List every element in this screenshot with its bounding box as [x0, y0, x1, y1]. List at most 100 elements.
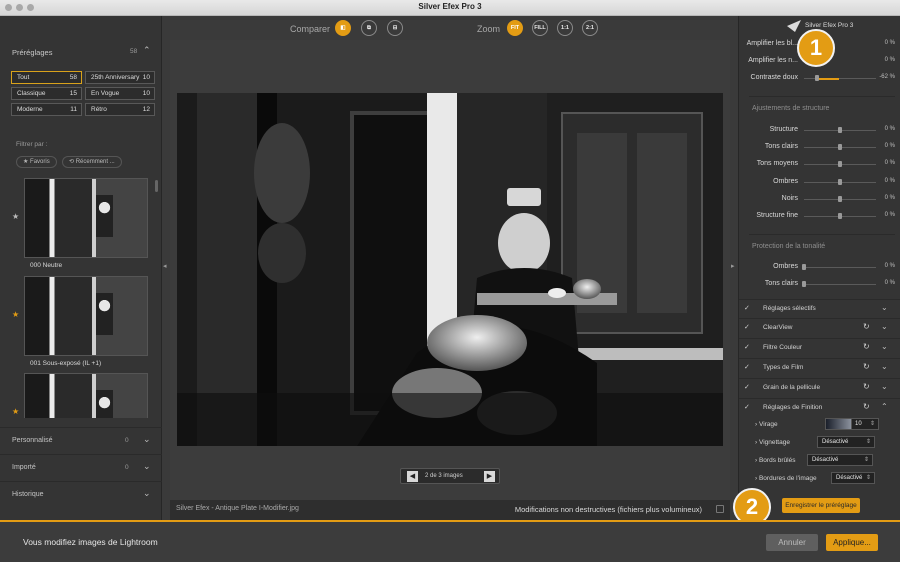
slider-knob[interactable]	[838, 161, 842, 167]
filter-grain[interactable]: ✓ Grain de la pellicule ↻ ⌄	[739, 378, 900, 397]
category-name: En Vogue	[91, 90, 120, 97]
next-image-icon[interactable]: ▶	[484, 471, 495, 482]
finishing-vignettage: › Vignettage Désactivé ⇕	[755, 435, 900, 451]
filter-clearview[interactable]: ✓ ClearView ↻ ⌄	[739, 318, 900, 337]
reset-icon[interactable]: ↻	[863, 322, 870, 331]
chevron-down-icon[interactable]: ⌄	[143, 434, 151, 445]
chevron-up-icon[interactable]: ⌃	[143, 45, 151, 56]
presets-panel: Préréglages 58 ⌃ Tout 58 25th Anniversar…	[0, 16, 162, 520]
reset-icon[interactable]: ↻	[863, 342, 870, 351]
slider-track[interactable]	[804, 284, 876, 285]
category-tout[interactable]: Tout 58	[11, 71, 82, 84]
cancel-button[interactable]: Annuler	[766, 534, 818, 551]
slider-fill	[817, 78, 839, 80]
slider-tons-moyens[interactable]: Tons moyens 0 %	[739, 156, 900, 172]
chevron-down-icon[interactable]: ⌄	[143, 461, 151, 472]
section-label: Importé	[12, 464, 36, 471]
zoom-1-1-button[interactable]: 1:1	[557, 20, 573, 36]
preview-image[interactable]	[177, 93, 723, 446]
chevron-down-icon[interactable]: ⌄	[881, 342, 888, 351]
preset-thumbnail[interactable]	[24, 373, 148, 418]
slider-ombres[interactable]: Ombres 0 %	[739, 174, 900, 190]
reset-icon[interactable]: ↻	[863, 382, 870, 391]
toning-value[interactable]: 10 ⇕	[851, 418, 879, 430]
category-25th-anniversary[interactable]: 25th Anniversary 10	[85, 71, 155, 84]
chevron-down-icon[interactable]: ⌄	[881, 382, 888, 391]
filter-label: Filtrer par :	[16, 141, 48, 148]
slider-knob[interactable]	[838, 144, 842, 150]
section-importe[interactable]: Importé 0 ⌄	[0, 454, 162, 480]
non-destructive-checkbox[interactable]	[716, 505, 724, 513]
checkmark-icon[interactable]: ✓	[744, 404, 752, 412]
category-retro[interactable]: Rétro 12	[85, 103, 155, 116]
slider-value: 0 %	[884, 280, 895, 286]
stepper-icon: ⇕	[865, 475, 871, 481]
collapse-left-panel-icon[interactable]: ◂	[163, 262, 167, 270]
thumbnail-scrollbar[interactable]	[155, 180, 158, 192]
burned-edges-select[interactable]: Désactivé ⇕	[807, 454, 873, 466]
checkmark-icon[interactable]: ✓	[744, 344, 752, 352]
checkmark-icon[interactable]: ✓	[744, 305, 752, 313]
slider-knob[interactable]	[802, 264, 806, 270]
chevron-down-icon[interactable]: ⌄	[881, 322, 888, 331]
compare-split-icon[interactable]: ◧	[335, 20, 351, 36]
slider-knob[interactable]	[838, 127, 842, 133]
chevron-down-icon[interactable]: ⌄	[143, 488, 151, 499]
preset-thumbnail[interactable]	[24, 276, 148, 356]
chevron-down-icon[interactable]: ⌄	[881, 362, 888, 371]
compare-side-by-side-icon[interactable]: ⧉	[361, 20, 377, 36]
collapse-right-panel-icon[interactable]: ▸	[731, 262, 735, 270]
filter-label: Réglages sélectifs	[763, 305, 816, 312]
slider-structure-fine[interactable]: Structure fine 0 %	[739, 208, 900, 224]
slider-protect-ombres[interactable]: Ombres 0 %	[739, 259, 900, 275]
compare-stacked-icon[interactable]: ⊟	[387, 20, 403, 36]
slider-track[interactable]	[804, 267, 876, 268]
image-borders-select[interactable]: Désactivé ⇕	[831, 472, 875, 484]
slider-knob[interactable]	[838, 196, 842, 202]
section-historique[interactable]: Historique ⌄	[0, 481, 162, 507]
vignette-select[interactable]: Désactivé ⇕	[817, 436, 875, 448]
filter-reglages-selectifs[interactable]: ✓ Réglages sélectifs ⌄	[739, 299, 900, 318]
slider-noirs[interactable]: Noirs 0 %	[739, 191, 900, 207]
slider-knob[interactable]	[815, 75, 819, 81]
star-filled-icon[interactable]: ★	[12, 407, 19, 416]
checkmark-icon[interactable]: ✓	[744, 384, 752, 392]
slider-protect-tons-clairs[interactable]: Tons clairs 0 %	[739, 276, 900, 292]
recent-filter-chip[interactable]: ⟲ Récemment ...	[62, 156, 122, 168]
reset-icon[interactable]: ↻	[863, 362, 870, 371]
checkmark-icon[interactable]: ✓	[744, 364, 752, 372]
category-en-vogue[interactable]: En Vogue 10	[85, 87, 155, 100]
slider-structure[interactable]: Structure 0 %	[739, 122, 900, 138]
reset-icon[interactable]: ↻	[863, 402, 870, 411]
apply-button[interactable]: Applique...	[826, 534, 878, 551]
star-outline-icon[interactable]: ★	[12, 212, 19, 221]
slider-knob[interactable]	[838, 213, 842, 219]
presets-header[interactable]: Préréglages 58 ⌃	[0, 40, 162, 60]
category-count: 11	[70, 106, 77, 113]
filter-finition[interactable]: ✓ Réglages de Finition ↻ ⌃	[739, 398, 900, 417]
chevron-up-icon[interactable]: ⌃	[881, 402, 888, 411]
preset-thumbnail[interactable]	[24, 178, 148, 258]
section-count: 0	[125, 464, 129, 471]
slider-tons-clairs[interactable]: Tons clairs 0 %	[739, 139, 900, 155]
tonality-section-title: Protection de la tonalité	[752, 243, 826, 250]
zoom-fit-button[interactable]: FIT	[507, 20, 523, 36]
filter-types-de-film[interactable]: ✓ Types de Film ↻ ⌄	[739, 358, 900, 377]
zoom-fill-button[interactable]: FILL	[532, 20, 548, 36]
previous-image-icon[interactable]: ◀	[407, 471, 418, 482]
structure-section-title: Ajustements de structure	[752, 105, 830, 112]
slider-knob[interactable]	[838, 179, 842, 185]
filter-filtre-couleur[interactable]: ✓ Filtre Couleur ↻ ⌄	[739, 338, 900, 357]
section-personnalise[interactable]: Personnalisé 0 ⌄	[0, 427, 162, 453]
slider-label: Structure	[769, 126, 798, 133]
favorites-filter-chip[interactable]: ★ Favoris	[16, 156, 57, 168]
slider-knob[interactable]	[802, 281, 806, 287]
chevron-down-icon[interactable]: ⌄	[881, 303, 888, 312]
category-moderne[interactable]: Moderne 11	[11, 103, 82, 116]
category-classique[interactable]: Classique 15	[11, 87, 82, 100]
slider-contraste-doux[interactable]: Contraste doux -62 %	[739, 70, 900, 86]
checkmark-icon[interactable]: ✓	[744, 324, 752, 332]
zoom-2-1-button[interactable]: 2:1	[582, 20, 598, 36]
save-preset-button[interactable]: Enregistrer le préréglage	[782, 498, 860, 513]
star-filled-icon[interactable]: ★	[12, 310, 19, 319]
